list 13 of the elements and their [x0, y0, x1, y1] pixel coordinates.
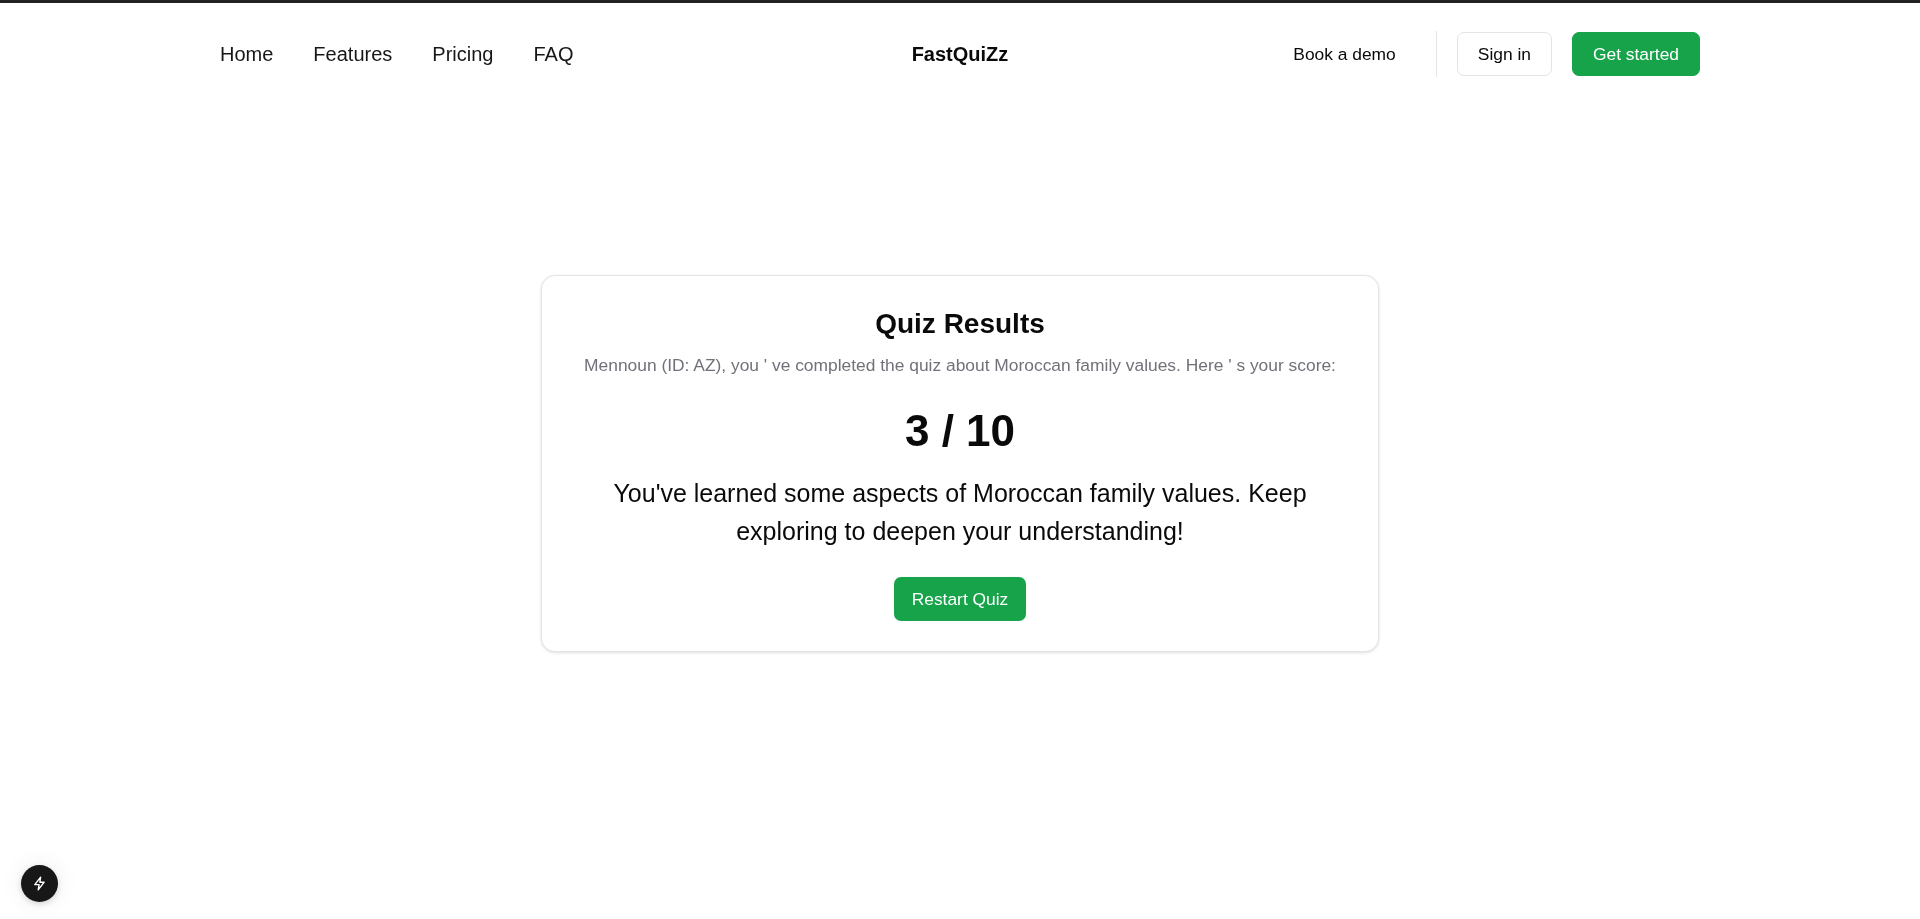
sign-in-button[interactable]: Sign in — [1456, 32, 1552, 76]
dev-tools-button[interactable] — [21, 865, 58, 902]
score-text: 3 / 10 — [904, 405, 1016, 457]
results-subtitle: Mennoun (ID: AZ), you ' ve completed the quiz about Moroccan family values. Here ' s your score: — [584, 354, 1336, 377]
result-message: You've learned some aspects of Moroccan family values. Keep exploring to deepen your understanding! — [612, 478, 1308, 547]
results-title: Quiz Results — [875, 307, 1045, 341]
nav-link[interactable]: Features — [313, 42, 393, 66]
book-demo-link[interactable]: Book a demo — [1293, 43, 1396, 65]
logo-text[interactable]: FastQuiZz — [911, 42, 1009, 66]
nav-link[interactable]: Pricing — [432, 42, 494, 66]
nav-link[interactable]: FAQ — [533, 42, 574, 66]
lightning-icon — [32, 876, 47, 891]
nav-link[interactable]: Home — [220, 42, 274, 66]
